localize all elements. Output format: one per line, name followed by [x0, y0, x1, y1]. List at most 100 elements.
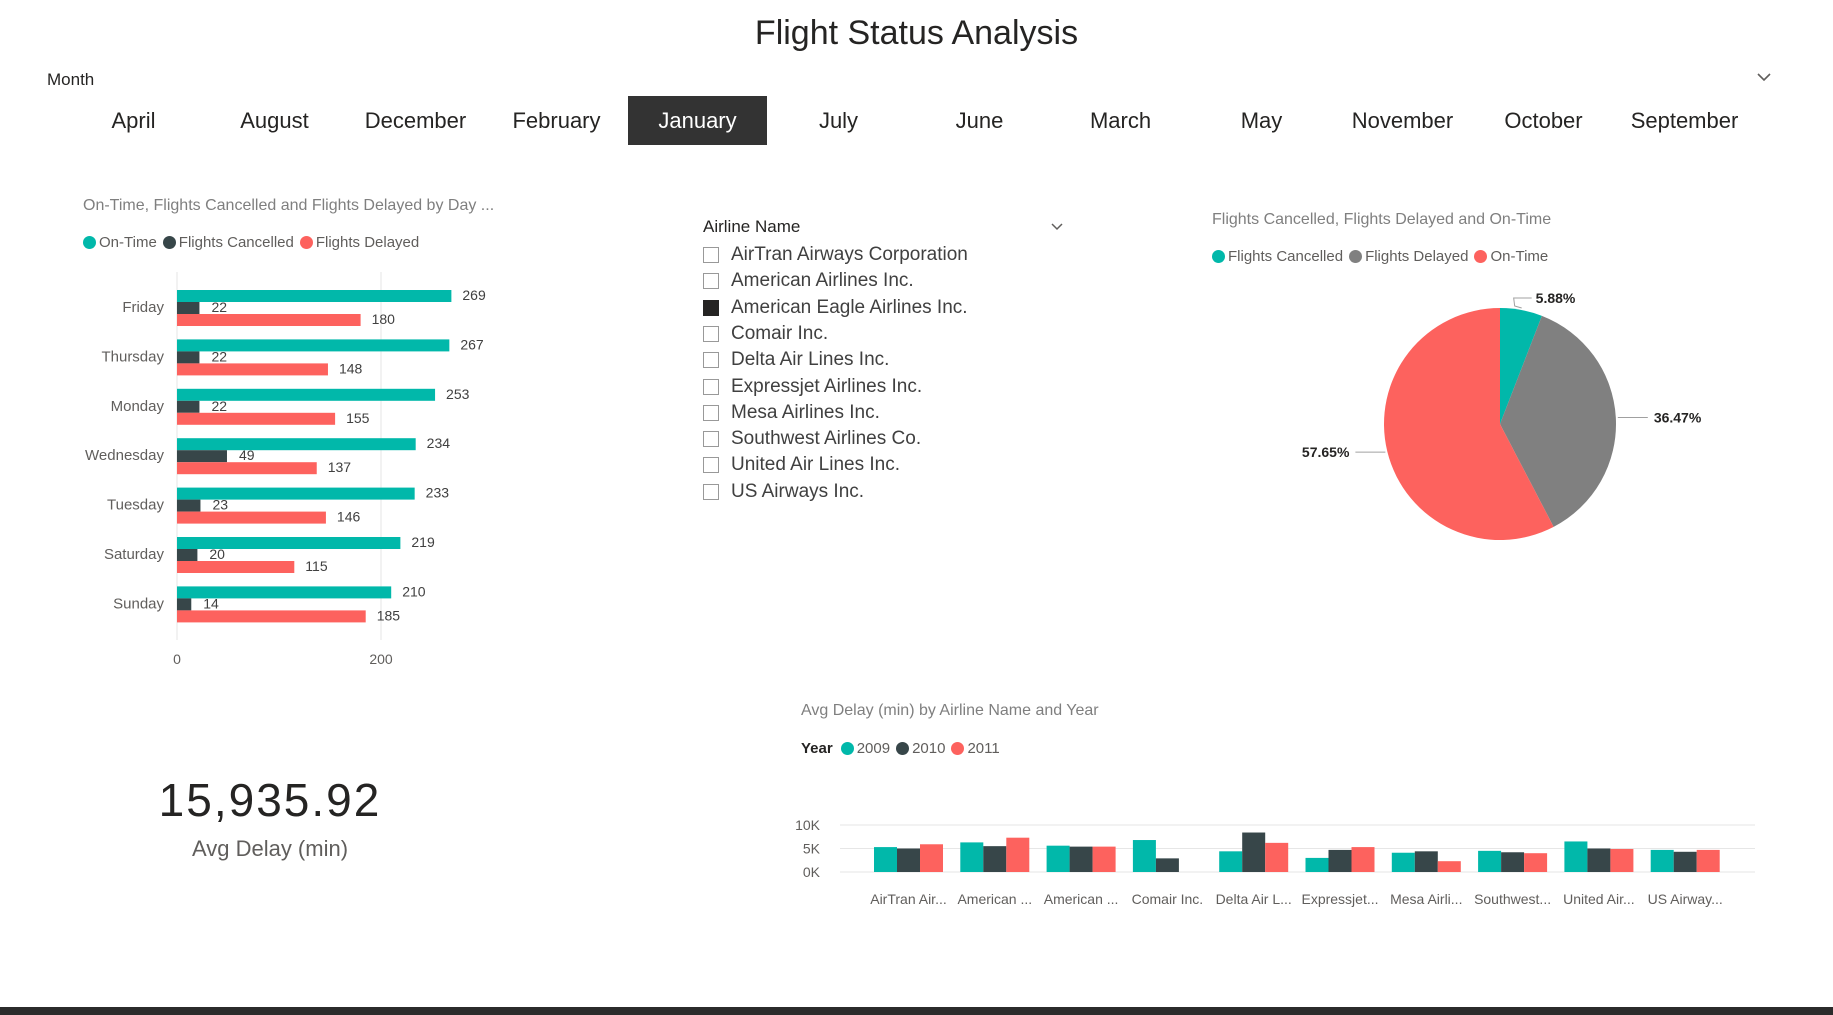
airline-slicer-item[interactable]: Expressjet Airlines Inc.	[703, 375, 922, 399]
bar[interactable]	[920, 844, 943, 872]
bar[interactable]	[177, 450, 227, 463]
data-label: 137	[328, 459, 352, 475]
month-option[interactable]: December	[346, 96, 485, 145]
bar[interactable]	[177, 400, 200, 413]
month-option[interactable]: August	[205, 96, 344, 145]
pie-chart-legend: Flights Cancelled Flights Delayed On-Tim…	[1212, 248, 1554, 265]
bar[interactable]	[1587, 848, 1611, 873]
data-label: 269	[462, 287, 486, 303]
month-option[interactable]: September	[1615, 96, 1754, 145]
category-label: Comair Inc.	[1132, 891, 1204, 907]
legend-item-on-time[interactable]: On-Time	[83, 234, 157, 251]
legend-item-flights-delayed[interactable]: Flights Delayed	[1349, 248, 1468, 265]
pie-chart: 5.88% 36.47% 57.65%	[1302, 290, 1702, 540]
bar[interactable]	[1155, 858, 1179, 872]
bar[interactable]	[177, 314, 361, 326]
bar[interactable]	[177, 610, 366, 623]
bar[interactable]	[1478, 850, 1502, 872]
bar[interactable]	[177, 499, 201, 512]
checkbox[interactable]	[703, 483, 719, 500]
bar[interactable]	[1437, 861, 1461, 872]
bar[interactable]	[177, 549, 198, 561]
bar[interactable]	[177, 561, 295, 573]
bar[interactable]	[177, 438, 416, 451]
month-option[interactable]: February	[487, 96, 626, 145]
data-label: 22	[211, 398, 227, 414]
airline-slicer-item-label: Delta Air Lines Inc.	[731, 349, 890, 371]
month-option[interactable]: April	[64, 96, 203, 145]
bar[interactable]	[177, 302, 200, 314]
bar[interactable]	[1305, 857, 1329, 872]
month-option[interactable]: June	[910, 96, 1049, 145]
bar[interactable]	[1673, 851, 1697, 872]
month-option[interactable]: July	[769, 96, 908, 145]
bar[interactable]	[1351, 847, 1375, 872]
airline-slicer-item[interactable]: Delta Air Lines Inc.	[703, 348, 889, 372]
bar[interactable]	[1650, 849, 1674, 872]
month-option[interactable]: March	[1051, 96, 1190, 145]
legend-item-flights-cancelled[interactable]: Flights Cancelled	[162, 234, 294, 251]
bar[interactable]	[1069, 846, 1093, 872]
bar[interactable]	[177, 462, 317, 475]
month-option[interactable]: January	[628, 96, 767, 145]
checkbox[interactable]	[703, 299, 719, 316]
airline-slicer-item[interactable]: Southwest Airlines Co.	[703, 427, 921, 451]
chevron-down-icon[interactable]	[1049, 219, 1065, 235]
airline-slicer-item[interactable]: US Airways Inc.	[703, 480, 864, 504]
legend-item-2010[interactable]: 2010	[896, 740, 945, 757]
legend-item-2011[interactable]: 2011	[951, 740, 1000, 757]
bar[interactable]	[177, 412, 336, 425]
legend-item-flights-cancelled[interactable]: Flights Cancelled	[1212, 248, 1343, 265]
month-option[interactable]: May	[1192, 96, 1331, 145]
airline-slicer-item-label: Mesa Airlines Inc.	[731, 401, 880, 423]
data-label: 57.65%	[1302, 444, 1350, 460]
bar[interactable]	[177, 351, 200, 364]
month-option[interactable]: October	[1474, 96, 1613, 145]
chevron-down-icon[interactable]	[1753, 66, 1775, 88]
bar[interactable]	[177, 598, 192, 611]
bar[interactable]	[1391, 852, 1415, 872]
bar[interactable]	[1414, 851, 1438, 872]
bar[interactable]	[1265, 842, 1289, 872]
bar[interactable]	[1242, 832, 1266, 872]
airline-slicer-item[interactable]: American Eagle Airlines Inc.	[703, 296, 968, 320]
bar[interactable]	[1046, 845, 1070, 872]
bar[interactable]	[983, 846, 1007, 872]
airline-slicer-item[interactable]: United Air Lines Inc.	[703, 453, 900, 477]
airline-slicer-item[interactable]: American Airlines Inc.	[703, 269, 914, 293]
legend-item-on-time[interactable]: On-Time	[1474, 248, 1548, 265]
bar[interactable]	[177, 363, 328, 376]
airline-slicer-item[interactable]: AirTran Airways Corporation	[703, 243, 968, 267]
bar[interactable]	[1501, 852, 1525, 872]
checkbox[interactable]	[703, 378, 719, 395]
checkbox[interactable]	[703, 352, 719, 369]
bar[interactable]	[177, 511, 326, 524]
bar[interactable]	[1219, 851, 1243, 872]
legend-label: On-Time	[1490, 248, 1549, 265]
bar[interactable]	[1696, 849, 1720, 872]
bar[interactable]	[1132, 840, 1156, 872]
legend-item-2009[interactable]: 2009	[840, 740, 890, 757]
checkbox[interactable]	[703, 404, 719, 421]
airline-slicer-item[interactable]: Comair Inc.	[703, 322, 828, 346]
bar[interactable]	[1564, 841, 1588, 872]
month-option[interactable]: November	[1333, 96, 1472, 145]
checkbox[interactable]	[703, 247, 719, 263]
bar[interactable]	[874, 847, 897, 872]
data-label: 23	[212, 497, 228, 513]
bar[interactable]	[1328, 849, 1352, 872]
category-label: United Air...	[1563, 891, 1635, 907]
bar[interactable]	[1092, 846, 1116, 872]
checkbox[interactable]	[703, 325, 719, 342]
bar[interactable]	[897, 848, 920, 873]
bar[interactable]	[960, 842, 984, 872]
bar[interactable]	[1524, 853, 1548, 872]
checkbox[interactable]	[703, 457, 719, 474]
bar[interactable]	[1006, 837, 1030, 872]
checkbox[interactable]	[703, 431, 719, 448]
data-label: 210	[402, 583, 426, 599]
airline-slicer-item[interactable]: Mesa Airlines Inc.	[703, 401, 880, 425]
bar[interactable]	[1610, 848, 1634, 872]
legend-item-flights-delayed[interactable]: Flights Delayed	[299, 234, 419, 251]
checkbox[interactable]	[703, 273, 719, 290]
